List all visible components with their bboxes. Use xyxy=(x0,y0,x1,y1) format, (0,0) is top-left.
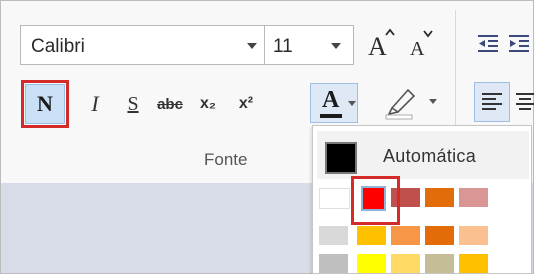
superscript-label: x² xyxy=(238,95,254,112)
align-center-icon xyxy=(515,93,534,110)
highlight-color-button[interactable] xyxy=(380,84,440,122)
chevron-down-icon[interactable] xyxy=(348,101,356,106)
color-swatch[interactable] xyxy=(425,226,454,245)
color-swatch[interactable] xyxy=(319,254,348,273)
automatic-color-option[interactable]: Automática xyxy=(317,131,529,179)
color-swatch[interactable] xyxy=(357,254,386,273)
subscript-button[interactable]: x₂ xyxy=(190,86,226,122)
align-left-button[interactable] xyxy=(474,82,510,122)
align-left-icon xyxy=(482,93,502,110)
bold-highlight-box xyxy=(21,80,69,128)
underline-label: S xyxy=(127,92,139,115)
strikethrough-label: abc xyxy=(157,95,183,113)
chevron-down-icon[interactable] xyxy=(429,99,437,104)
font-color-label: A xyxy=(322,87,340,113)
font-color-button[interactable]: A xyxy=(310,83,358,123)
highlighter-icon xyxy=(385,88,416,120)
italic-label: I xyxy=(91,91,99,116)
font-color-bar xyxy=(320,114,342,118)
italic-button[interactable]: I xyxy=(80,86,110,122)
shrink-font-icon: A xyxy=(410,30,433,60)
grow-font-button[interactable]: A xyxy=(364,26,398,62)
strikethrough-button[interactable]: abc xyxy=(150,86,190,122)
automatic-color-swatch xyxy=(325,142,357,174)
color-swatch[interactable] xyxy=(391,226,420,245)
color-swatch[interactable] xyxy=(357,226,386,245)
selected-color-highlight-box xyxy=(351,176,400,225)
decrease-indent-button[interactable] xyxy=(473,28,503,60)
color-swatch[interactable] xyxy=(319,226,348,245)
color-swatch[interactable] xyxy=(425,254,454,273)
chevron-down-icon[interactable] xyxy=(247,43,257,49)
subscript-label: x₂ xyxy=(199,95,216,112)
font-size-combo[interactable]: 11 xyxy=(264,25,354,65)
color-swatch[interactable] xyxy=(319,188,350,209)
color-swatch[interactable] xyxy=(459,254,488,273)
svg-text:A: A xyxy=(368,32,387,61)
increase-indent-button[interactable] xyxy=(505,28,533,60)
grow-font-icon: A xyxy=(368,28,395,61)
color-swatch[interactable] xyxy=(391,254,420,273)
increase-indent-icon xyxy=(509,35,529,52)
shrink-font-button[interactable]: A xyxy=(404,26,438,62)
decrease-indent-icon xyxy=(478,35,498,52)
superscript-button[interactable]: x² xyxy=(228,86,264,122)
underline-button[interactable]: S xyxy=(118,86,148,122)
font-name-combo[interactable]: Calibri xyxy=(20,25,265,65)
color-swatch[interactable] xyxy=(459,226,488,245)
font-group-label: Fonte xyxy=(204,150,248,169)
color-swatch[interactable] xyxy=(425,188,454,207)
align-center-button[interactable] xyxy=(513,82,534,122)
font-size-value: 11 xyxy=(273,36,293,57)
font-name-value: Calibri xyxy=(31,36,85,57)
chevron-down-icon[interactable] xyxy=(331,43,341,49)
automatic-label: Automática xyxy=(383,146,477,166)
svg-text:A: A xyxy=(410,38,425,60)
color-swatch[interactable] xyxy=(459,188,488,207)
font-color-dropdown: Automática xyxy=(312,125,532,274)
